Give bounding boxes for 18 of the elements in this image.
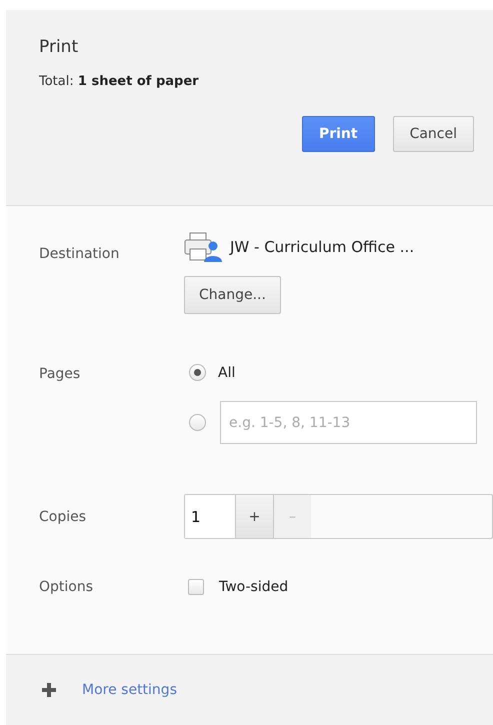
options-label: Options: [39, 579, 94, 595]
checkbox[interactable]: [188, 579, 204, 595]
plus-icon: [42, 683, 56, 697]
total-sheets: Total: 1 sheet of paper: [39, 74, 199, 89]
option-label: All: [218, 364, 236, 380]
more-settings-link[interactable]: More settings: [82, 682, 177, 698]
checkbox-label: Two-sided: [219, 579, 288, 595]
pages-label: Pages: [39, 365, 82, 382]
dialog-title: Print: [39, 37, 78, 57]
destination-label: Destination: [39, 245, 120, 262]
printer-name: JW - Curriculum Office ...: [230, 238, 414, 256]
radio-button[interactable]: [189, 414, 206, 431]
page-range-field[interactable]: e.g. 1-5, 8, 11-13: [220, 401, 477, 444]
copies-label: Copies: [39, 508, 88, 524]
cancel-button[interactable]: Cancel: [392, 116, 474, 152]
radio-button[interactable]: [189, 364, 206, 381]
printer-icon: [184, 232, 222, 262]
change-button[interactable]: Change...: [184, 276, 281, 314]
